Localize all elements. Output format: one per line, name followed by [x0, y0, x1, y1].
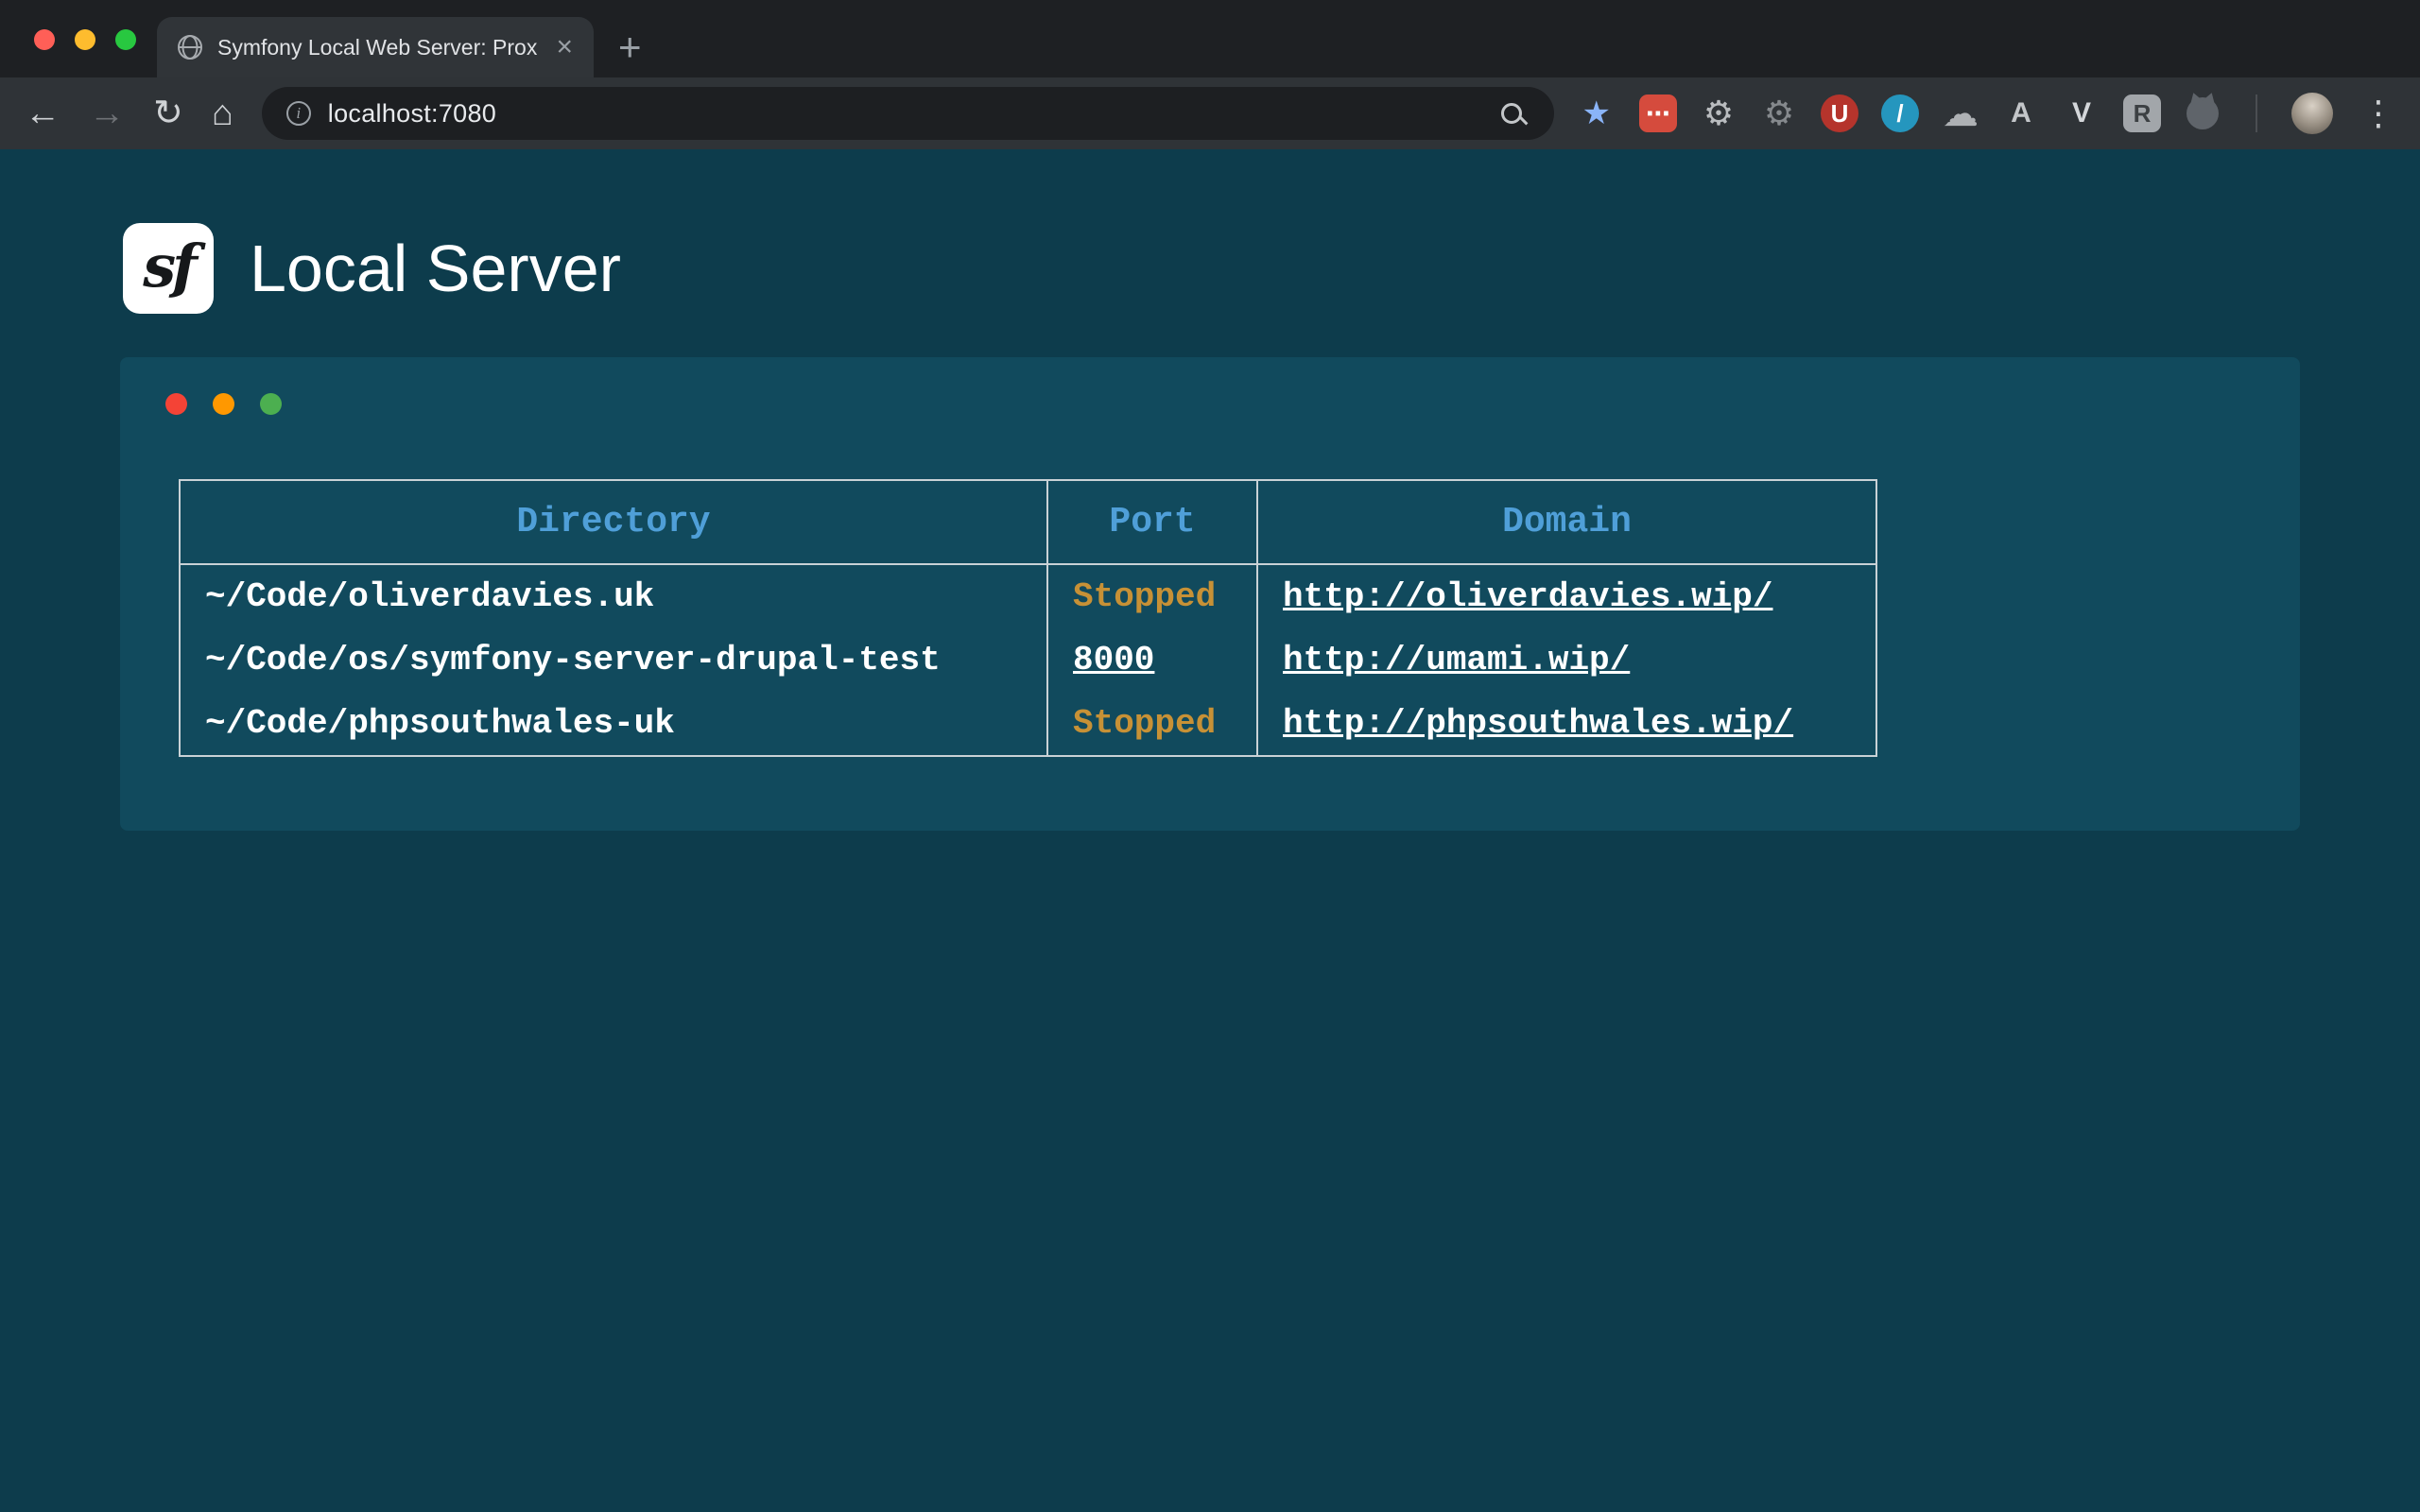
domain-link[interactable]: http://phpsouthwales.wip/	[1283, 704, 1793, 743]
card-red-dot	[165, 393, 187, 415]
domain-cell: http://umami.wip/	[1257, 628, 1876, 692]
address-bar[interactable]: i localhost:7080	[262, 87, 1554, 140]
domain-cell: http://oliverdavies.wip/	[1257, 564, 1876, 628]
domain-link[interactable]: http://oliverdavies.wip/	[1283, 577, 1772, 616]
port-cell: Stopped	[1047, 692, 1257, 756]
v-badge-extension-icon[interactable]: V	[2063, 94, 2100, 132]
directory-cell: ~/Code/oliverdavies.uk	[180, 564, 1047, 628]
url-text[interactable]: localhost:7080	[328, 99, 496, 129]
status-stopped: Stopped	[1073, 704, 1216, 743]
bookmark-star-icon[interactable]: ★	[1582, 94, 1611, 132]
card-window-dots	[165, 393, 2300, 415]
a-badge-extension-icon[interactable]: A	[2002, 94, 2040, 132]
forward-button[interactable]: →	[89, 95, 125, 131]
browser-menu-icon[interactable]: ⋮	[2361, 96, 2395, 130]
tab-title: Symfony Local Web Server: Prox	[217, 35, 541, 60]
profile-avatar[interactable]	[2291, 93, 2333, 134]
reload-button[interactable]: ↻	[153, 95, 183, 131]
close-window-button[interactable]	[34, 29, 55, 50]
table-header-row: Directory Port Domain	[180, 480, 1876, 564]
github-extension-icon[interactable]	[2187, 97, 2219, 129]
gear-extension-icon-1[interactable]: ⚙	[1700, 94, 1737, 132]
tab-close-icon[interactable]: ×	[556, 33, 573, 61]
server-card: Directory Port Domain ~/Code/oliverdavie…	[120, 357, 2300, 831]
minimize-window-button[interactable]	[75, 29, 95, 50]
status-stopped: Stopped	[1073, 577, 1216, 616]
u-badge-extension-icon[interactable]: U	[1821, 94, 1858, 132]
globe-favicon-icon	[178, 35, 202, 60]
zoom-search-icon[interactable]	[1501, 103, 1522, 124]
directory-cell: ~/Code/phpsouthwales-uk	[180, 692, 1047, 756]
domain-link[interactable]: http://umami.wip/	[1283, 641, 1630, 679]
port-header: Port	[1047, 480, 1257, 564]
table-row: ~/Code/os/symfony-server-drupal-test 800…	[180, 628, 1876, 692]
directory-header: Directory	[180, 480, 1047, 564]
toolbar-divider	[2256, 94, 2257, 132]
server-table: Directory Port Domain ~/Code/oliverdavie…	[179, 479, 1877, 757]
red-dots-extension-icon[interactable]: ⋯	[1639, 94, 1677, 132]
blue-circle-extension-icon[interactable]: /	[1881, 94, 1919, 132]
browser-toolbar: ← → ↻ ⌂ i localhost:7080 ★ ⋯ ⚙ ⚙ U / ☁ A…	[0, 77, 2420, 149]
page-content: sf Local Server Directory Port Domain	[0, 149, 2420, 1512]
r-badge-extension-icon[interactable]: R	[2123, 94, 2161, 132]
extensions-row: ⋯ ⚙ ⚙ U / ☁ A V R	[1639, 94, 2221, 132]
table-row: ~/Code/phpsouthwales-uk Stopped http://p…	[180, 692, 1876, 756]
page-title: Local Server	[250, 231, 621, 306]
symfony-logo-text: sf	[143, 232, 194, 306]
domain-cell: http://phpsouthwales.wip/	[1257, 692, 1876, 756]
port-link[interactable]: 8000	[1073, 641, 1154, 679]
browser-tab[interactable]: Symfony Local Web Server: Prox ×	[157, 17, 594, 77]
zoom-window-button[interactable]	[115, 29, 136, 50]
port-cell: Stopped	[1047, 564, 1257, 628]
card-green-dot	[260, 393, 282, 415]
gear-extension-icon-2[interactable]: ⚙	[1760, 94, 1798, 132]
table-row: ~/Code/oliverdavies.uk Stopped http://ol…	[180, 564, 1876, 628]
directory-cell: ~/Code/os/symfony-server-drupal-test	[180, 628, 1047, 692]
brand-header: sf Local Server	[123, 223, 2420, 314]
domain-header: Domain	[1257, 480, 1876, 564]
card-orange-dot	[213, 393, 234, 415]
tab-strip: Symfony Local Web Server: Prox × +	[0, 0, 2420, 77]
new-tab-button[interactable]: +	[618, 17, 642, 77]
cloud-extension-icon[interactable]: ☁	[1942, 94, 1979, 132]
window-controls	[34, 29, 136, 50]
server-table-wrap: Directory Port Domain ~/Code/oliverdavie…	[179, 479, 2300, 757]
home-button[interactable]: ⌂	[212, 95, 233, 131]
site-info-icon[interactable]: i	[286, 101, 311, 126]
back-button[interactable]: ←	[25, 95, 60, 131]
symfony-logo: sf	[123, 223, 214, 314]
port-cell: 8000	[1047, 628, 1257, 692]
